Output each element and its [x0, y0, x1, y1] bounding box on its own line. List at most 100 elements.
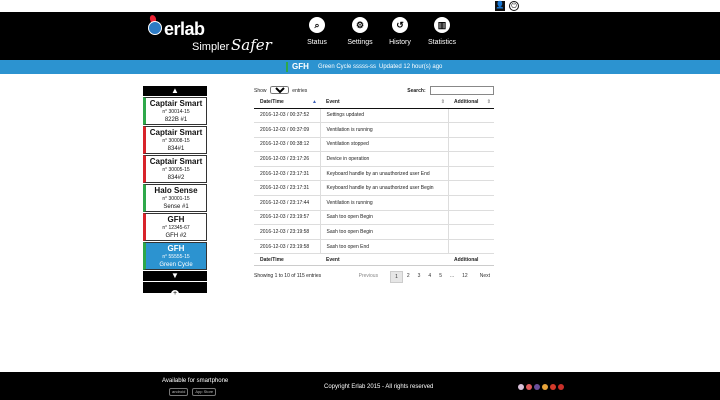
cell-additional — [448, 108, 494, 124]
table-body: 2016-12-03 / 00:37:52 Settings updated 20… — [254, 108, 494, 255]
nav-settings[interactable]: ⚙ Settings — [340, 17, 380, 46]
language-flag-icon[interactable] — [518, 384, 524, 390]
device-card[interactable]: Halo Sense n° 30001-15 Sense #1 — [143, 184, 207, 212]
footer-available: Available for smartphone — [162, 378, 229, 384]
table-footer-row: Date/Time Event Additional — [254, 253, 494, 267]
table-info: Showing 1 to 10 of 115 entries — [254, 273, 322, 280]
cell-event: Sash too open Begin — [320, 210, 449, 226]
bar-chart-icon: ▥ — [434, 17, 450, 33]
entries-label: entries — [292, 88, 308, 94]
device-name: GFH — [167, 215, 185, 224]
device-serial: n° 30008-15 — [162, 138, 190, 144]
cell-datetime: 2016-12-03 / 00:38:12 — [254, 137, 321, 153]
page-size-select[interactable]: 10 — [269, 86, 289, 94]
last-update: Updated 12 hour(s) ago — [379, 64, 443, 70]
pagination-next[interactable]: Next — [476, 271, 494, 283]
column-header-event[interactable]: Event ⇕ — [320, 96, 448, 109]
nav-history-label: History — [389, 39, 411, 46]
current-device-cycle: Green Cycle sssss-ss — [318, 64, 377, 70]
logo-safer: Safer — [231, 36, 272, 54]
device-label: 834#2 — [167, 175, 185, 181]
cell-event: Keyboard handle by an unauthorized user … — [320, 166, 449, 182]
status-bar: GFH Green Cycle sssss-ss Updated 12 hour… — [0, 60, 720, 74]
copyright: Copyright Erlab 2015 - All rights reserv… — [324, 384, 434, 390]
column-header-additional[interactable]: Additional ⇕ — [448, 96, 494, 109]
header: erlab Simpler Safer ⌕ Status ⚙ Settings … — [0, 12, 720, 60]
column-header-datetime[interactable]: Date/Time ▲ — [254, 96, 320, 109]
cell-additional — [448, 239, 494, 255]
power-icon[interactable]: ⏻ — [509, 1, 519, 11]
device-card[interactable]: Captair Smart n° 30005-15 834#2 — [143, 155, 207, 183]
table-header-row: Date/Time ▲ Event ⇕ Additional ⇕ — [254, 96, 494, 109]
device-name: Captair Smart — [149, 128, 203, 137]
nav-settings-label: Settings — [347, 39, 373, 46]
device-serial: n° 12345-67 — [162, 225, 190, 231]
pagination-page[interactable]: 2 — [403, 271, 414, 283]
scroll-up-button[interactable]: ▲ — [143, 86, 207, 96]
nav-status-label: Status — [307, 39, 327, 46]
logo-brand: erlab — [164, 19, 205, 39]
pagination-page[interactable]: 5 — [435, 271, 446, 283]
pagination-ellipsis: ... — [449, 273, 455, 280]
cell-datetime: 2016-12-03 / 23:19:58 — [254, 224, 321, 240]
cell-datetime: 2016-12-03 / 23:19:58 — [254, 239, 321, 255]
language-flag-icon[interactable] — [526, 384, 532, 390]
gear-icon: ⚙ — [352, 17, 368, 33]
pagination-page[interactable]: 4 — [424, 271, 435, 283]
device-serial: n° 30005-15 — [162, 167, 190, 173]
cell-datetime: 2016-12-03 / 23:19:57 — [254, 210, 321, 226]
pagination-page[interactable]: 3 — [414, 271, 425, 283]
main-nav: ⌕ Status ⚙ Settings ↺ History ▥ Statisti… — [300, 17, 462, 46]
cell-event: Settings updated — [320, 108, 449, 124]
cell-event: Sash too open End — [320, 239, 449, 255]
store-badges: android App Store — [169, 388, 217, 396]
pagination: Previous 1 2 3 4 5 ... 12 Next — [355, 271, 494, 284]
cell-event: Sash too open Begin — [320, 224, 449, 240]
language-flag-icon[interactable] — [558, 384, 564, 390]
appstore-badge[interactable]: App Store — [192, 388, 217, 396]
device-card[interactable]: Captair Smart n° 30008-15 834#1 — [143, 126, 207, 154]
device-serial: n° 55555-15 — [162, 254, 190, 260]
show-entries: Show 10 entries — [254, 86, 307, 94]
android-badge[interactable]: android — [169, 388, 189, 396]
globe-icon — [148, 21, 162, 35]
device-card[interactable]: GFH n° 12345-67 GFH #2 — [143, 213, 207, 241]
table-row: 2016-12-03 / 23:19:57 Sash too open Begin — [254, 210, 494, 226]
table-controls: Show 10 entries Search: — [254, 84, 494, 96]
pagination-page-current[interactable]: 1 — [390, 271, 403, 284]
scroll-down-button[interactable]: ▼ — [143, 271, 207, 281]
footer-header-additional: Additional — [448, 253, 494, 267]
cell-additional — [448, 137, 494, 153]
cell-datetime: 2016-12-03 / 00:37:09 — [254, 122, 321, 138]
language-flag-icon[interactable] — [534, 384, 540, 390]
language-flag-icon[interactable] — [542, 384, 548, 390]
device-serial: n° 30001-15 — [162, 196, 190, 202]
pagination-page[interactable]: 12 — [458, 271, 472, 283]
cell-event: Device in operation — [320, 151, 449, 167]
device-card[interactable]: Captair Smart n° 30014-15 822B #1 — [143, 97, 207, 125]
device-label: GFH #2 — [165, 233, 187, 239]
current-device-name: GFH — [292, 62, 309, 71]
language-flag-icon[interactable] — [550, 384, 556, 390]
device-label: Sense #1 — [163, 204, 189, 210]
table-footer: Showing 1 to 10 of 115 entries Previous … — [254, 268, 494, 284]
table-row: 2016-12-03 / 23:17:31 Keyboard handle by … — [254, 166, 494, 182]
nav-status[interactable]: ⌕ Status — [300, 17, 334, 46]
search-input[interactable] — [430, 86, 494, 95]
sort-icon: ⇕ — [486, 99, 491, 105]
user-icon[interactable]: 👤 — [495, 1, 505, 11]
language-flags — [518, 384, 564, 390]
cell-additional — [448, 151, 494, 167]
nav-statistics[interactable]: ▥ Statistics — [422, 17, 462, 46]
cell-datetime: 2016-12-03 / 23:17:31 — [254, 180, 321, 197]
search-icon: ⌕ — [309, 17, 325, 33]
device-list: ▲ Captair Smart n° 30014-15 822B #1 Capt… — [143, 86, 207, 298]
logo[interactable]: erlab Simpler Safer — [148, 14, 272, 59]
nav-history[interactable]: ↺ History — [380, 17, 420, 46]
sort-icon: ⇕ — [440, 99, 445, 105]
top-strip: 👤 ⏻ — [0, 0, 720, 12]
device-card-selected[interactable]: GFH n° 55555-15 Green Cycle — [143, 242, 207, 270]
add-device-button[interactable]: + — [143, 282, 207, 298]
device-label: 822B #1 — [164, 117, 188, 123]
pagination-previous[interactable]: Previous — [355, 271, 382, 283]
